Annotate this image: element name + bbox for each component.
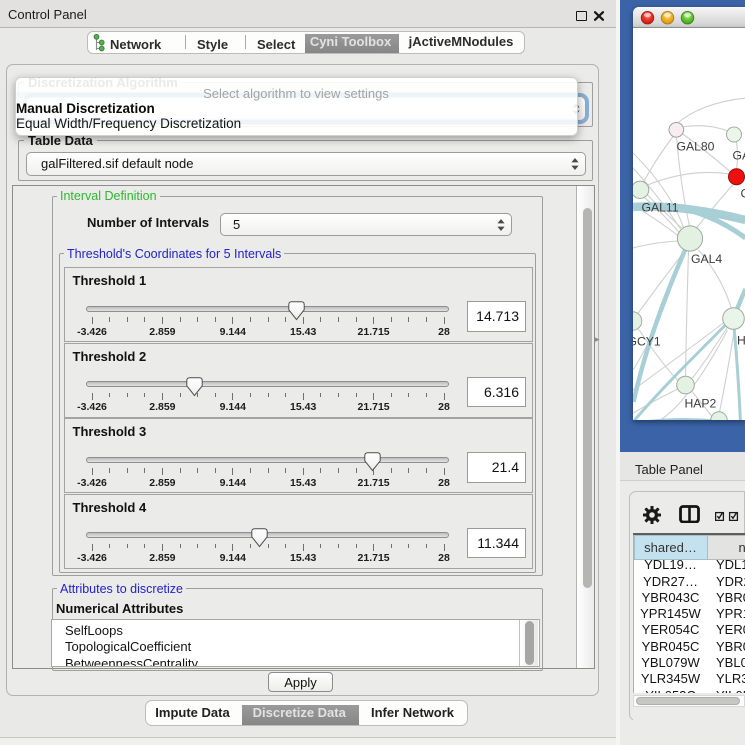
svg-text:C: C	[740, 187, 745, 201]
svg-text:GAL11: GAL11	[641, 201, 678, 215]
svg-text:GA: GA	[732, 149, 745, 163]
svg-text:HAP2: HAP2	[684, 397, 716, 411]
svg-text:H: H	[737, 334, 745, 348]
svg-text:GAL4: GAL4	[691, 252, 722, 266]
svg-text:GCY1: GCY1	[633, 335, 661, 349]
svg-text:GAL80: GAL80	[676, 140, 714, 154]
